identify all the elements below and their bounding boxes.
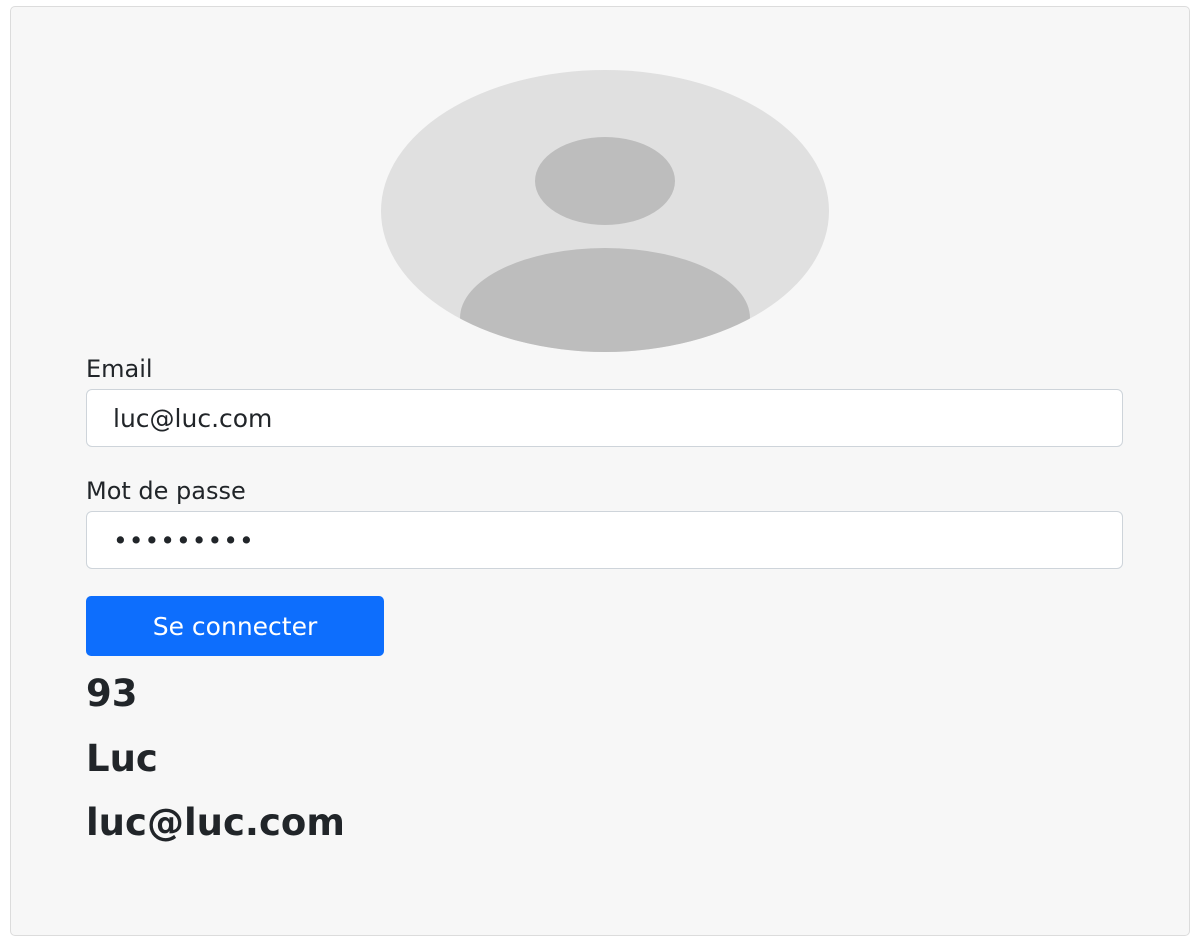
user-avatar-icon xyxy=(381,70,829,352)
email-input[interactable] xyxy=(86,389,1123,447)
avatar-body-shape xyxy=(460,248,750,352)
user-id-text: 93 xyxy=(86,672,138,715)
avatar-head-shape xyxy=(535,137,675,225)
password-label: Mot de passe xyxy=(86,477,246,505)
email-label: Email xyxy=(86,355,153,383)
user-name-text: Luc xyxy=(86,737,158,780)
password-input[interactable] xyxy=(86,511,1123,569)
user-email-text: luc@luc.com xyxy=(86,801,345,844)
login-card: Email Mot de passe Se connecter 93 Luc l… xyxy=(10,6,1190,936)
login-button[interactable]: Se connecter xyxy=(86,596,384,656)
